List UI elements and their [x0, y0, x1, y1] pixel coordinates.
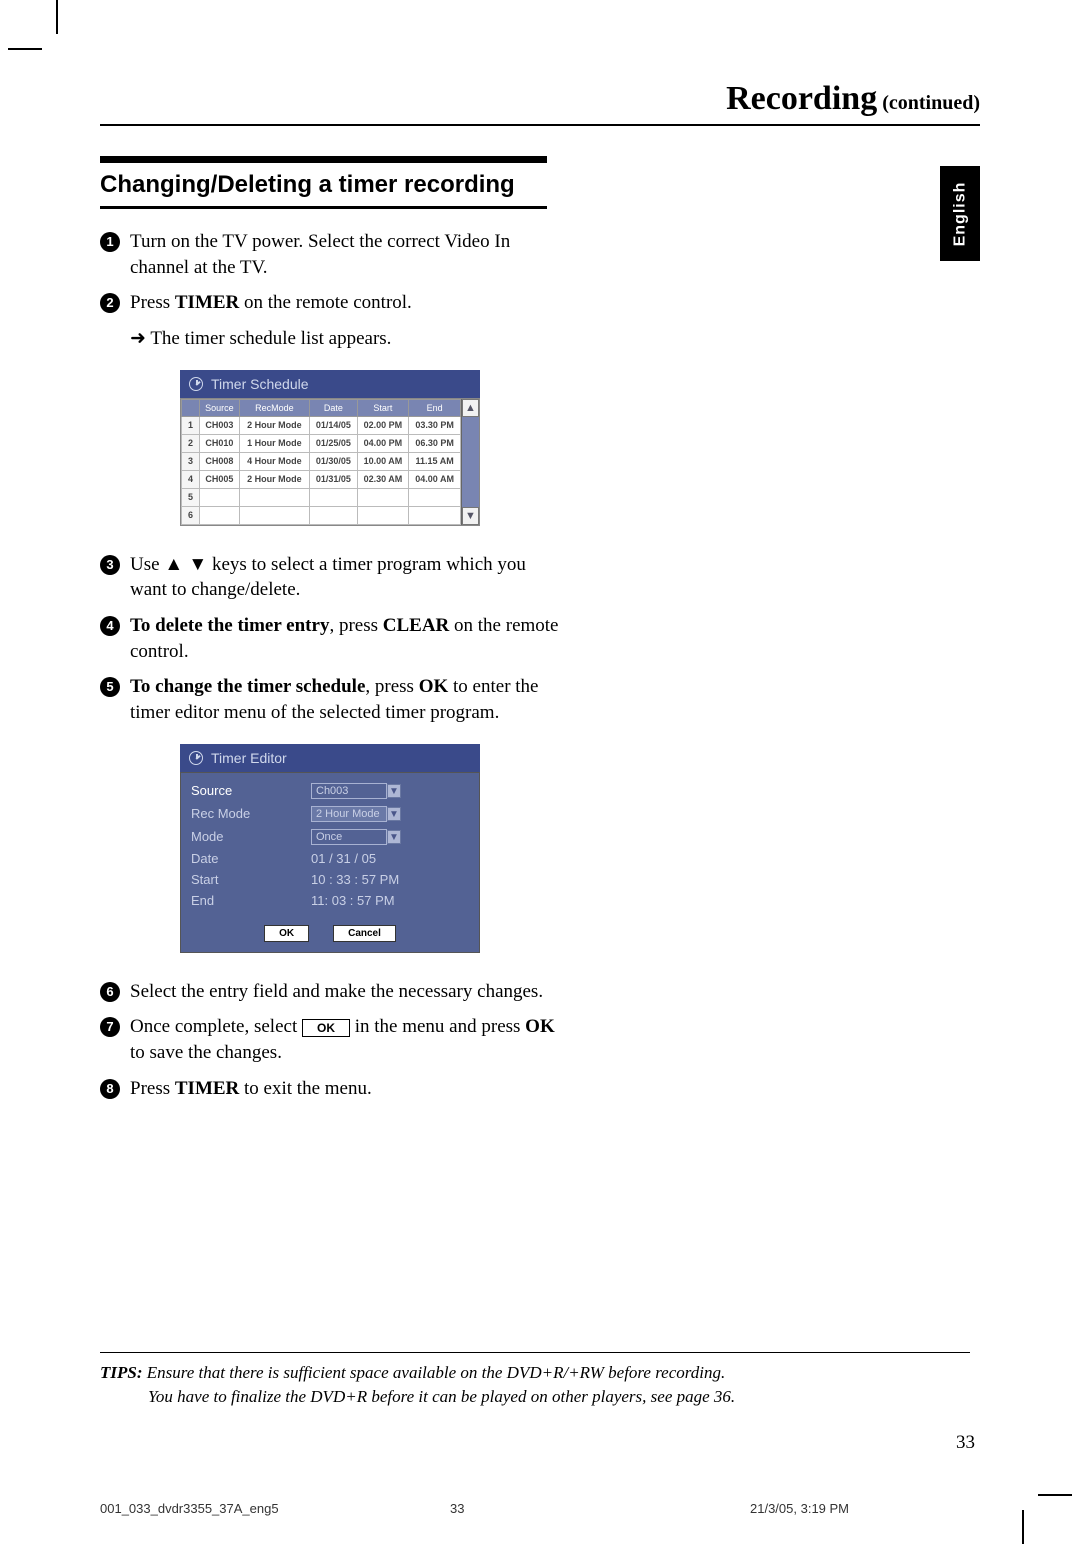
table-row: 1CH0032 Hour Mode01/14/0502.00 PM03.30 P… [182, 416, 461, 434]
step-3: 3 Use ▲ ▼ keys to select a timer program… [100, 552, 560, 603]
scrollbar: ▲ ▼ [461, 399, 479, 525]
table-row: 5 [182, 488, 461, 506]
updown-arrows-icon: ▲ ▼ [164, 554, 207, 575]
table-row: 6 [182, 506, 461, 524]
step-8: 8 Press TIMER to exit the menu. [100, 1076, 560, 1102]
timer-editor-titlebar: Timer Editor [180, 744, 480, 772]
step-2-result: The timer schedule list appears. [130, 326, 560, 352]
editor-row-end: End 11: 03 : 57 PM [191, 890, 469, 911]
step-num-icon: 4 [100, 616, 120, 636]
section-underline [100, 206, 547, 209]
dropdown-arrow-icon: ▼ [387, 784, 401, 798]
step-1: 1 Turn on the TV power. Select the corre… [100, 229, 560, 280]
tips-label: TIPS: [100, 1363, 143, 1382]
table-row: 4CH0052 Hour Mode01/31/0502.30 AM04.00 A… [182, 470, 461, 488]
table-row: 2CH0101 Hour Mode01/25/0504.00 PM06.30 P… [182, 434, 461, 452]
step-2: 2 Press TIMER on the remote control. [100, 290, 560, 316]
step-num-icon: 2 [100, 293, 120, 313]
section-heading: Changing/Deleting a timer recording [100, 169, 547, 200]
timer-schedule-titlebar: Timer Schedule [180, 370, 480, 398]
editor-row-mode: Mode Once▼ [191, 825, 469, 848]
footer-filename: 001_033_dvdr3355_37A_eng5 [100, 1501, 450, 1516]
footer-datetime: 21/3/05, 3:19 PM [750, 1501, 970, 1516]
title-sub: (continued) [877, 92, 980, 114]
editor-cancel-button: Cancel [333, 925, 396, 942]
dropdown-arrow-icon: ▼ [387, 830, 401, 844]
editor-row-source: Source Ch003▼ [191, 779, 469, 802]
step-num-icon: 1 [100, 232, 120, 252]
editor-ok-button: OK [264, 925, 309, 942]
source-select: Ch003▼ [311, 783, 387, 799]
crop-mark [56, 0, 58, 34]
table-header: End [409, 399, 461, 416]
language-tab: English [940, 166, 980, 261]
language-label: English [951, 181, 969, 246]
print-footer: 001_033_dvdr3355_37A_eng5 33 21/3/05, 3:… [100, 1501, 970, 1516]
ok-box-icon: OK [302, 1019, 350, 1037]
editor-row-start: Start 10 : 33 : 57 PM [191, 869, 469, 890]
page-number: 33 [956, 1432, 975, 1454]
step-num-icon: 8 [100, 1079, 120, 1099]
table-row: 3CH0084 Hour Mode01/30/0510.00 AM11.15 A… [182, 452, 461, 470]
step-4: 4 To delete the timer entry, press CLEAR… [100, 613, 560, 664]
scroll-down-icon: ▼ [462, 507, 479, 525]
timer-schedule-table: SourceRecModeDateStartEnd 1CH0032 Hour M… [181, 399, 461, 525]
editor-row-recmode: Rec Mode 2 Hour Mode▼ [191, 802, 469, 825]
crop-mark [1022, 1510, 1024, 1544]
step-6: 6 Select the entry field and make the ne… [100, 979, 560, 1005]
tips-footer: TIPS: Ensure that there is sufficient sp… [100, 1352, 970, 1409]
timer-editor-figure: Timer Editor Source Ch003▼ Rec Mode 2 Ho… [180, 744, 480, 953]
recmode-select: 2 Hour Mode▼ [311, 806, 387, 822]
step-num-icon: 5 [100, 677, 120, 697]
title-main: Recording [726, 80, 877, 117]
table-header: Source [200, 399, 240, 416]
scroll-up-icon: ▲ [462, 399, 479, 417]
page-title: Recording (continued) [100, 80, 980, 126]
step-7: 7 Once complete, select OK in the menu a… [100, 1014, 560, 1065]
step-num-icon: 7 [100, 1017, 120, 1037]
crop-mark [8, 48, 42, 50]
table-header [182, 399, 200, 416]
step-5: 5 To change the timer schedule, press OK… [100, 674, 560, 725]
clock-icon [189, 751, 203, 765]
timer-schedule-figure: Timer Schedule SourceRecModeDateStartEnd… [180, 370, 480, 526]
dropdown-arrow-icon: ▼ [387, 807, 401, 821]
section-bar [100, 156, 547, 163]
crop-mark [1038, 1494, 1072, 1496]
step-num-icon: 3 [100, 555, 120, 575]
table-header: Start [357, 399, 409, 416]
step-num-icon: 6 [100, 982, 120, 1002]
table-header: Date [310, 399, 357, 416]
footer-page: 33 [450, 1501, 750, 1516]
mode-select: Once▼ [311, 829, 387, 845]
clock-icon [189, 377, 203, 391]
editor-row-date: Date 01 / 31 / 05 [191, 848, 469, 869]
table-header: RecMode [239, 399, 309, 416]
